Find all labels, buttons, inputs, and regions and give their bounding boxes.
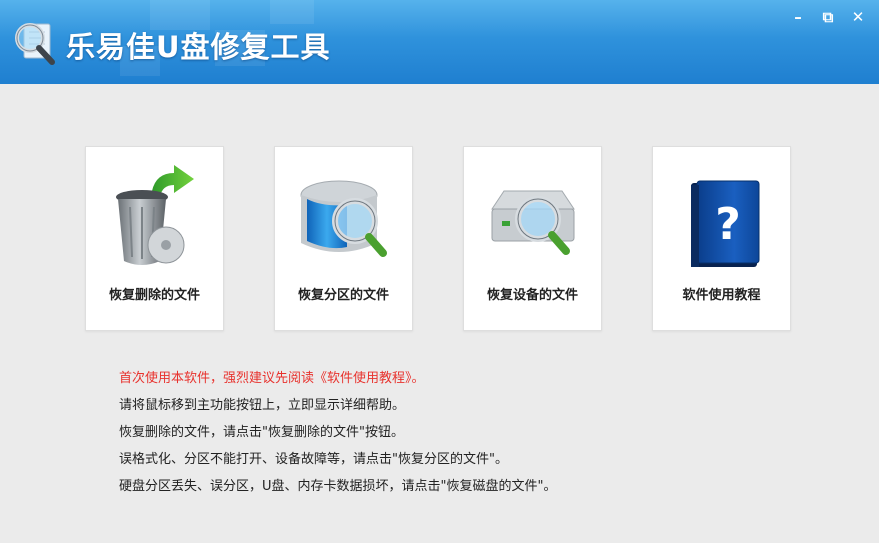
device-search-icon [491,190,575,255]
close-button[interactable]: ✕ [843,6,873,28]
help-note: 误格式化、分区不能打开、设备故障等，请点击"恢复分区的文件"。 [119,452,508,467]
software-tutorial-button[interactable]: ? 软件使用教程 [652,146,791,331]
help-note: 硬盘分区丢失、误分区，U盘、内存卡数据损坏，请点击"恢复磁盘的文件"。 [119,479,557,494]
help-notes: 首次使用本软件，强烈建议先阅读《软件使用教程》。 请将鼠标移到主功能按钮上，立即… [119,369,556,504]
help-note: 请将鼠标移到主功能按钮上，立即显示详细帮助。 [119,398,406,413]
app-logo-icon [15,23,55,65]
help-note: 恢复删除的文件，请点击"恢复删除的文件"按钮。 [119,425,404,440]
disk-search-icon [300,180,387,257]
main-function-cards: 恢复删除的文件 恢复分区的文件 恢复设备的文件 ? 软件使用教程 [85,146,791,331]
card-label: 软件使用教程 [682,288,761,303]
app-window: 乐易佳U盘修复工具 – ⧉ ✕ 恢复删除的文件 恢复分区的文件 恢复设备的文件 … [0,0,879,543]
window-title: 乐易佳U盘修复工具 [66,30,331,64]
svg-text:?: ? [715,199,741,250]
card-label: 恢复删除的文件 [108,288,200,303]
recover-device-files-button[interactable]: 恢复设备的文件 [463,146,602,331]
card-label: 恢复设备的文件 [486,288,578,303]
minimize-button[interactable]: – [783,6,813,28]
help-book-icon: ? [691,180,760,267]
title-bar[interactable]: 乐易佳U盘修复工具 – ⧉ ✕ [0,0,879,84]
restore-button[interactable]: ⧉ [813,6,843,28]
recycle-bin-icon [116,165,194,265]
recover-deleted-files-button[interactable]: 恢复删除的文件 [85,146,224,331]
card-label: 恢复分区的文件 [297,288,389,303]
tutorial-recommendation-text: 首次使用本软件，强烈建议先阅读《软件使用教程》。 [119,371,425,386]
window-controls: – ⧉ ✕ [783,6,873,28]
recover-partition-files-button[interactable]: 恢复分区的文件 [274,146,413,331]
